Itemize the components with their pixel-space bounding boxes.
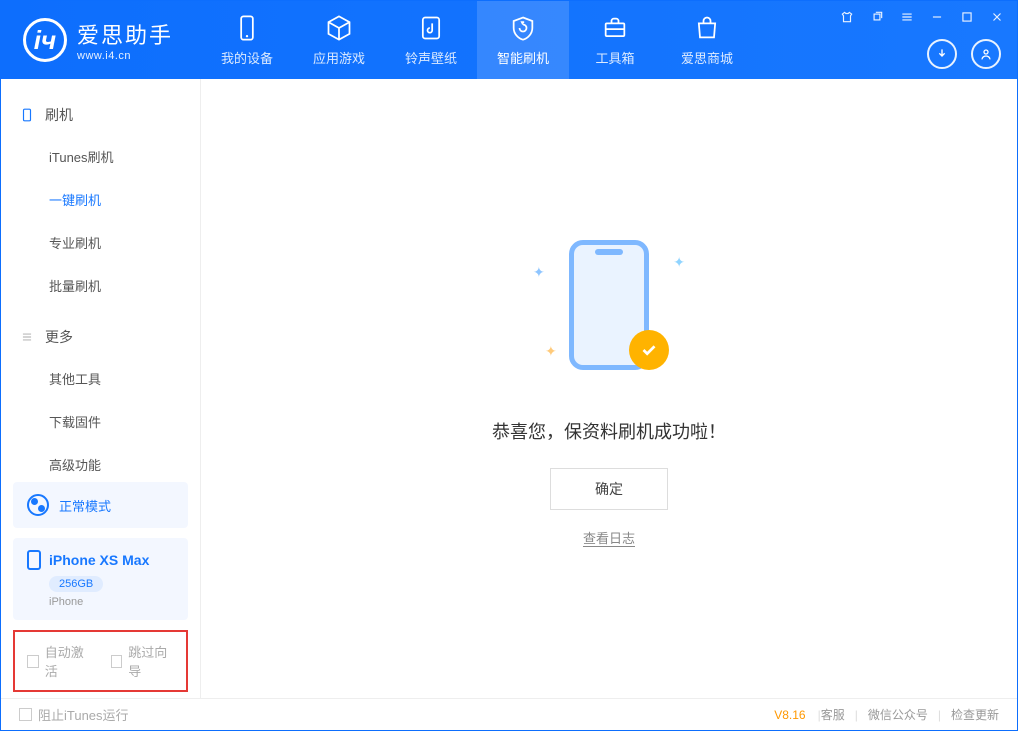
mode-icon	[27, 494, 49, 516]
titlebar-circle-buttons	[927, 39, 1001, 69]
highlighted-checkbox-row: 自动激活 跳过向导	[13, 630, 188, 692]
tab-toolbox[interactable]: 工具箱	[569, 1, 661, 79]
sidebar-item-download-firmware[interactable]: 下载固件	[1, 400, 200, 443]
music-file-icon	[417, 14, 445, 42]
window-actions	[837, 7, 1007, 27]
sidebar-item-oneclick-flash[interactable]: 一键刷机	[1, 178, 200, 221]
maximize-icon[interactable]	[957, 7, 977, 27]
toolbox-icon	[601, 14, 629, 42]
device-card[interactable]: iPhone XS Max 256GB iPhone	[13, 538, 188, 620]
tab-my-device[interactable]: 我的设备	[201, 1, 293, 79]
app-url: www.i4.cn	[77, 50, 173, 62]
checkbox-skip-guide[interactable]: 跳过向导	[111, 642, 175, 680]
body: 刷机 iTunes刷机 一键刷机 专业刷机 批量刷机 更多 其他工具 下载固件 …	[1, 79, 1017, 698]
checkbox-block-itunes[interactable]: 阻止iTunes运行	[19, 705, 129, 724]
ok-button[interactable]: 确定	[550, 468, 668, 510]
shield-refresh-icon	[509, 14, 537, 42]
minimize-icon[interactable]	[927, 7, 947, 27]
check-badge-icon	[629, 330, 669, 370]
popout-icon[interactable]	[867, 7, 887, 27]
mode-card[interactable]: 正常模式	[13, 482, 188, 528]
checkbox-box-icon	[111, 655, 123, 668]
checkbox-auto-activate[interactable]: 自动激活	[27, 642, 91, 680]
sparkle-icon: ✦	[673, 254, 685, 271]
footer-link-service[interactable]: 客服	[821, 706, 845, 723]
phone-outline-icon	[19, 107, 35, 123]
view-log-link[interactable]: 查看日志	[583, 528, 635, 547]
top-tabs: 我的设备 应用游戏 铃声壁纸 智能刷机	[201, 1, 753, 79]
sparkle-icon: ✦	[545, 343, 557, 360]
profile-button[interactable]	[971, 39, 1001, 69]
sidebar-item-advanced[interactable]: 高级功能	[1, 443, 200, 482]
close-icon[interactable]	[987, 7, 1007, 27]
sidebar-item-itunes-flash[interactable]: iTunes刷机	[1, 135, 200, 178]
device-phone-icon	[27, 550, 41, 570]
app-window: iч 爱思助手 www.i4.cn 我的设备 应用游戏	[0, 0, 1018, 731]
device-capacity: 256GB	[49, 576, 103, 592]
tab-store[interactable]: 爱思商城	[661, 1, 753, 79]
tab-apps[interactable]: 应用游戏	[293, 1, 385, 79]
sidebar-group-more: 更多	[1, 317, 200, 357]
device-type: iPhone	[49, 596, 174, 608]
version-label: V8.16	[774, 708, 805, 722]
sidebar: 刷机 iTunes刷机 一键刷机 专业刷机 批量刷机 更多 其他工具 下载固件 …	[1, 79, 201, 698]
sidebar-item-pro-flash[interactable]: 专业刷机	[1, 221, 200, 264]
checkbox-box-icon	[19, 708, 32, 721]
logo-icon: iч	[23, 18, 67, 62]
phone-icon	[233, 14, 261, 42]
sidebar-item-other-tools[interactable]: 其他工具	[1, 357, 200, 400]
tab-flash[interactable]: 智能刷机	[477, 1, 569, 79]
footer-link-wechat[interactable]: 微信公众号	[868, 706, 928, 723]
shopping-bag-icon	[693, 14, 721, 42]
app-logo: iч 爱思助手 www.i4.cn	[1, 18, 201, 62]
mode-label: 正常模式	[59, 496, 111, 515]
cube-icon	[325, 14, 353, 42]
menu-icon[interactable]	[897, 7, 917, 27]
shirt-icon[interactable]	[837, 7, 857, 27]
success-illustration: ✦ ✦ ✦	[519, 230, 699, 390]
tab-ringtone[interactable]: 铃声壁纸	[385, 1, 477, 79]
titlebar: iч 爱思助手 www.i4.cn 我的设备 应用游戏	[1, 1, 1017, 79]
checkbox-box-icon	[27, 655, 39, 668]
sidebar-group-flash: 刷机	[1, 95, 200, 135]
sparkle-icon: ✦	[533, 264, 545, 281]
sidebar-item-batch-flash[interactable]: 批量刷机	[1, 264, 200, 307]
list-icon	[19, 329, 35, 345]
app-name: 爱思助手	[77, 18, 173, 50]
download-button[interactable]	[927, 39, 957, 69]
device-name: iPhone XS Max	[49, 552, 149, 568]
success-message: 恭喜您，保资料刷机成功啦！	[492, 418, 726, 444]
footer: 阻止iTunes运行 V8.16 | 客服 | 微信公众号 | 检查更新	[1, 698, 1017, 730]
footer-link-update[interactable]: 检查更新	[951, 706, 999, 723]
main-content: ✦ ✦ ✦ 恭喜您，保资料刷机成功啦！ 确定 查看日志	[201, 79, 1017, 698]
